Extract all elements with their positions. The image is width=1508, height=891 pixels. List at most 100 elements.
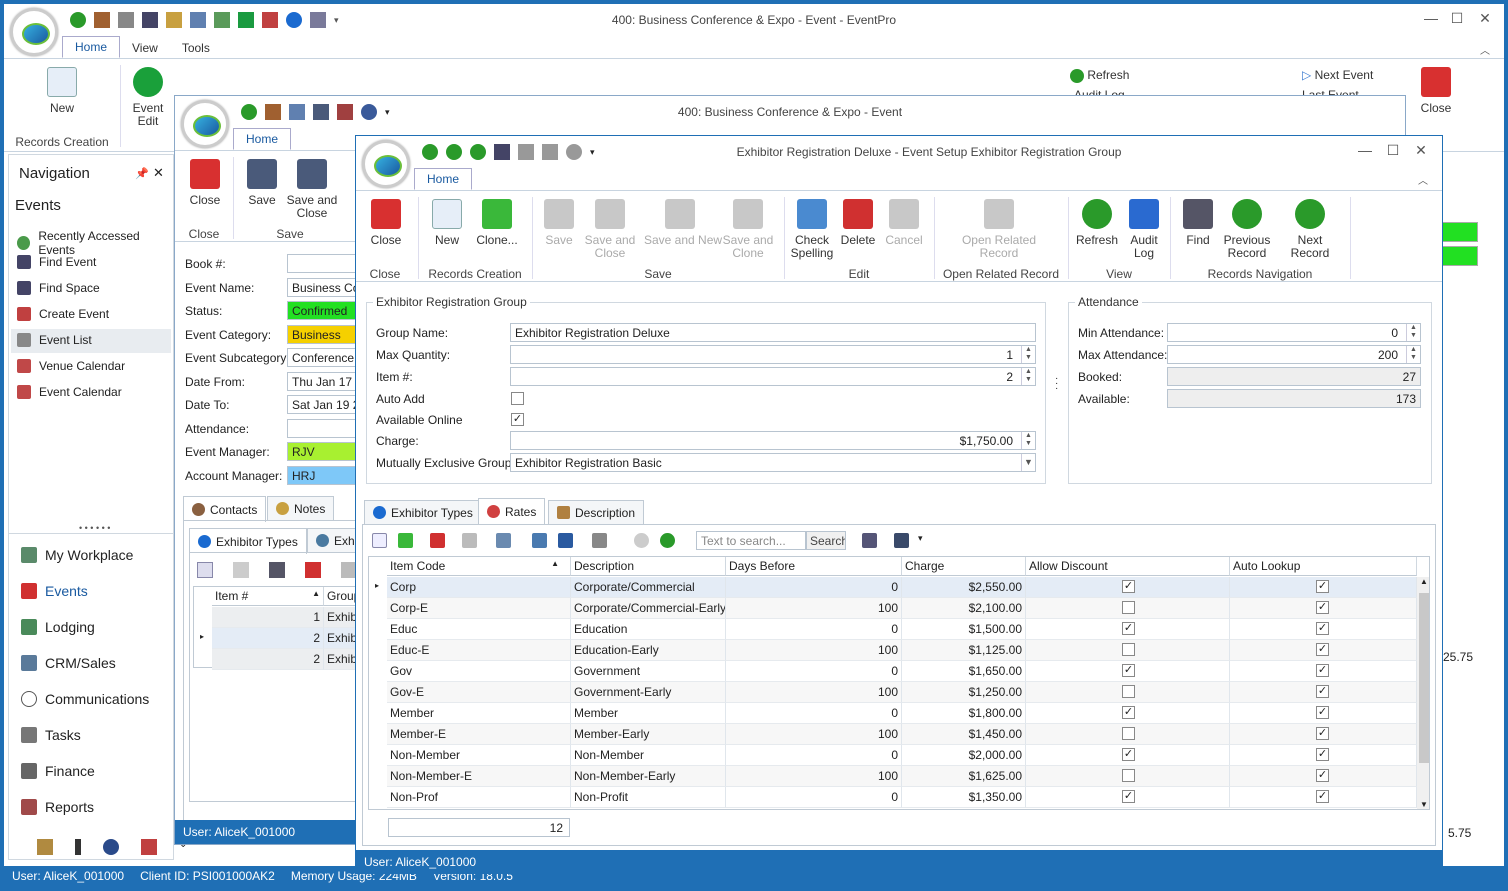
event-save-button[interactable]: Save: [245, 159, 279, 207]
arrows-icon[interactable]: [75, 839, 81, 855]
nav-create-event[interactable]: Create Event: [17, 307, 109, 321]
allow-discount-checkbox[interactable]: ✓: [1122, 748, 1135, 761]
header-auto-lookup[interactable]: Auto Lookup: [1230, 557, 1417, 576]
module-events[interactable]: Events: [21, 583, 88, 599]
splitter-handle[interactable]: • • • • • •: [79, 523, 110, 533]
table-row-description[interactable]: Education: [571, 619, 726, 640]
dialog-close-button[interactable]: Close: [366, 199, 406, 247]
next-event-button[interactable]: ▷ Next Event: [1302, 69, 1382, 82]
auto-lookup-checkbox[interactable]: ✓: [1316, 790, 1329, 803]
spin-buttons-icon[interactable]: ▲ ▼: [1406, 324, 1420, 341]
dialog-save-close-button[interactable]: Save and Close: [584, 199, 636, 260]
table-row-code[interactable]: Educ-E: [387, 640, 571, 661]
header-days-before[interactable]: Days Before: [726, 557, 902, 576]
auto-lookup-checkbox[interactable]: ✓: [1316, 622, 1329, 635]
allow-discount-checkbox[interactable]: ✓: [1122, 706, 1135, 719]
table-row-days[interactable]: 0: [726, 787, 902, 808]
layout-dropdown-icon[interactable]: ▾: [918, 533, 923, 544]
allow-discount-checkbox[interactable]: ✓: [1122, 580, 1135, 593]
rates-search-input[interactable]: Text to search...: [696, 531, 806, 550]
nav-recently-accessed[interactable]: Recently Accessed Events: [17, 229, 173, 257]
nav-venue-calendar[interactable]: Venue Calendar: [17, 359, 125, 373]
dialog-close-icon[interactable]: ✕: [1412, 142, 1430, 159]
table-row-days[interactable]: 100: [726, 724, 902, 745]
auto-lookup-checkbox[interactable]: ✓: [1316, 706, 1329, 719]
close-icon[interactable]: ✕: [1476, 10, 1494, 27]
refresh-button[interactable]: Refresh: [1070, 69, 1150, 83]
table-row-days[interactable]: 0: [726, 619, 902, 640]
clone-row-icon[interactable]: [398, 533, 413, 548]
dialog-new-button[interactable]: New: [430, 199, 464, 247]
table-row-code[interactable]: Non-Member-E: [387, 766, 571, 787]
nav-find-space[interactable]: Find Space: [17, 281, 100, 295]
dialog-find-button[interactable]: Find: [1178, 199, 1218, 247]
new-row-icon[interactable]: [372, 533, 387, 548]
max-quantity-input[interactable]: 1 ▲ ▼: [510, 345, 1036, 364]
allow-discount-checkbox[interactable]: [1122, 643, 1135, 656]
dialog-delete-button[interactable]: Delete: [838, 199, 878, 247]
auto-lookup-checkbox[interactable]: ✓: [1316, 664, 1329, 677]
table-row-code[interactable]: Non-Prof: [387, 787, 571, 808]
dialog-save-button[interactable]: Save: [542, 199, 576, 247]
save-layout-icon[interactable]: [894, 533, 909, 548]
event-grid-row-3-item[interactable]: 2: [212, 649, 324, 670]
event-grid-row-2-item[interactable]: 2: [212, 628, 324, 649]
event-close-button[interactable]: Close: [185, 159, 225, 207]
find-icon[interactable]: [862, 533, 877, 548]
columns-icon[interactable]: [496, 533, 511, 548]
table-row-charge[interactable]: $1,450.00: [902, 724, 1026, 745]
minimize-icon[interactable]: —: [1422, 10, 1440, 26]
event-field-input-8[interactable]: RJV: [287, 442, 357, 461]
tab-home[interactable]: Home: [62, 36, 121, 58]
event-grid-header-item[interactable]: Item # ▲: [212, 587, 324, 606]
table-row-code[interactable]: Corp-E: [387, 598, 571, 619]
export-icon[interactable]: [532, 533, 547, 548]
table-row-description[interactable]: Non-Profit: [571, 787, 726, 808]
module-lodging[interactable]: Lodging: [21, 619, 95, 635]
table-row-description[interactable]: Corporate/Commercial-Early: [571, 598, 726, 619]
module-communications[interactable]: Communications: [21, 691, 149, 707]
new-row-icon[interactable]: [197, 562, 213, 578]
charge-input[interactable]: $1,750.00 ▲ ▼: [510, 431, 1036, 450]
event-grid-row-1-item[interactable]: 1: [212, 607, 324, 628]
auto-add-checkbox[interactable]: [511, 392, 524, 405]
event-field-input-9[interactable]: HRJ: [287, 465, 357, 485]
allow-discount-checkbox[interactable]: [1122, 727, 1135, 740]
min-attendance-input[interactable]: 0 ▲ ▼: [1167, 323, 1421, 342]
table-row-days[interactable]: 0: [726, 745, 902, 766]
auto-lookup-checkbox[interactable]: ✓: [1316, 727, 1329, 740]
table-row-code[interactable]: Member-E: [387, 724, 571, 745]
scroll-down-icon[interactable]: ▼: [1417, 800, 1429, 809]
network-icon[interactable]: [37, 839, 53, 855]
event-tab-notes[interactable]: Notes: [267, 496, 335, 520]
table-row-charge[interactable]: $1,350.00: [902, 787, 1026, 808]
auto-lookup-checkbox[interactable]: ✓: [1316, 748, 1329, 761]
dialog-save-clone-button[interactable]: Save and Clone: [722, 199, 774, 260]
allow-discount-checkbox[interactable]: ✓: [1122, 790, 1135, 803]
event-subtab-exhibitor-types[interactable]: Exhibitor Types: [189, 528, 307, 554]
table-row-days[interactable]: 100: [726, 766, 902, 787]
nav-close-icon[interactable]: ✕: [153, 165, 164, 181]
auto-lookup-checkbox[interactable]: ✓: [1316, 685, 1329, 698]
spin-buttons-icon[interactable]: ▲ ▼: [1021, 346, 1035, 363]
module-crm-sales[interactable]: CRM/Sales: [21, 655, 116, 671]
available-online-checkbox[interactable]: ✓: [511, 413, 524, 426]
table-row-description[interactable]: Member-Early: [571, 724, 726, 745]
header-charge[interactable]: Charge: [902, 557, 1026, 576]
chevron-down-icon[interactable]: ▼: [1021, 454, 1035, 471]
up-arrow-icon[interactable]: [634, 533, 649, 548]
panel-splitter-icon[interactable]: · · ·: [1055, 374, 1058, 394]
table-row-days[interactable]: 0: [726, 577, 902, 598]
event-field-input-4[interactable]: Conference w: [287, 348, 357, 367]
table-row-code[interactable]: Gov-E: [387, 682, 571, 703]
globe-icon[interactable]: [103, 839, 119, 855]
dialog-maximize-icon[interactable]: ☐: [1384, 142, 1402, 159]
header-description[interactable]: Description: [571, 557, 726, 576]
spin-buttons-icon[interactable]: ▲ ▼: [1021, 368, 1035, 385]
import-icon[interactable]: [558, 533, 573, 548]
spin-buttons-icon[interactable]: ▲ ▼: [1406, 346, 1420, 363]
tab-rates[interactable]: Rates: [478, 498, 546, 524]
delete-x-icon[interactable]: [430, 533, 445, 548]
table-row-charge[interactable]: $1,800.00: [902, 703, 1026, 724]
table-row-charge[interactable]: $1,500.00: [902, 619, 1026, 640]
